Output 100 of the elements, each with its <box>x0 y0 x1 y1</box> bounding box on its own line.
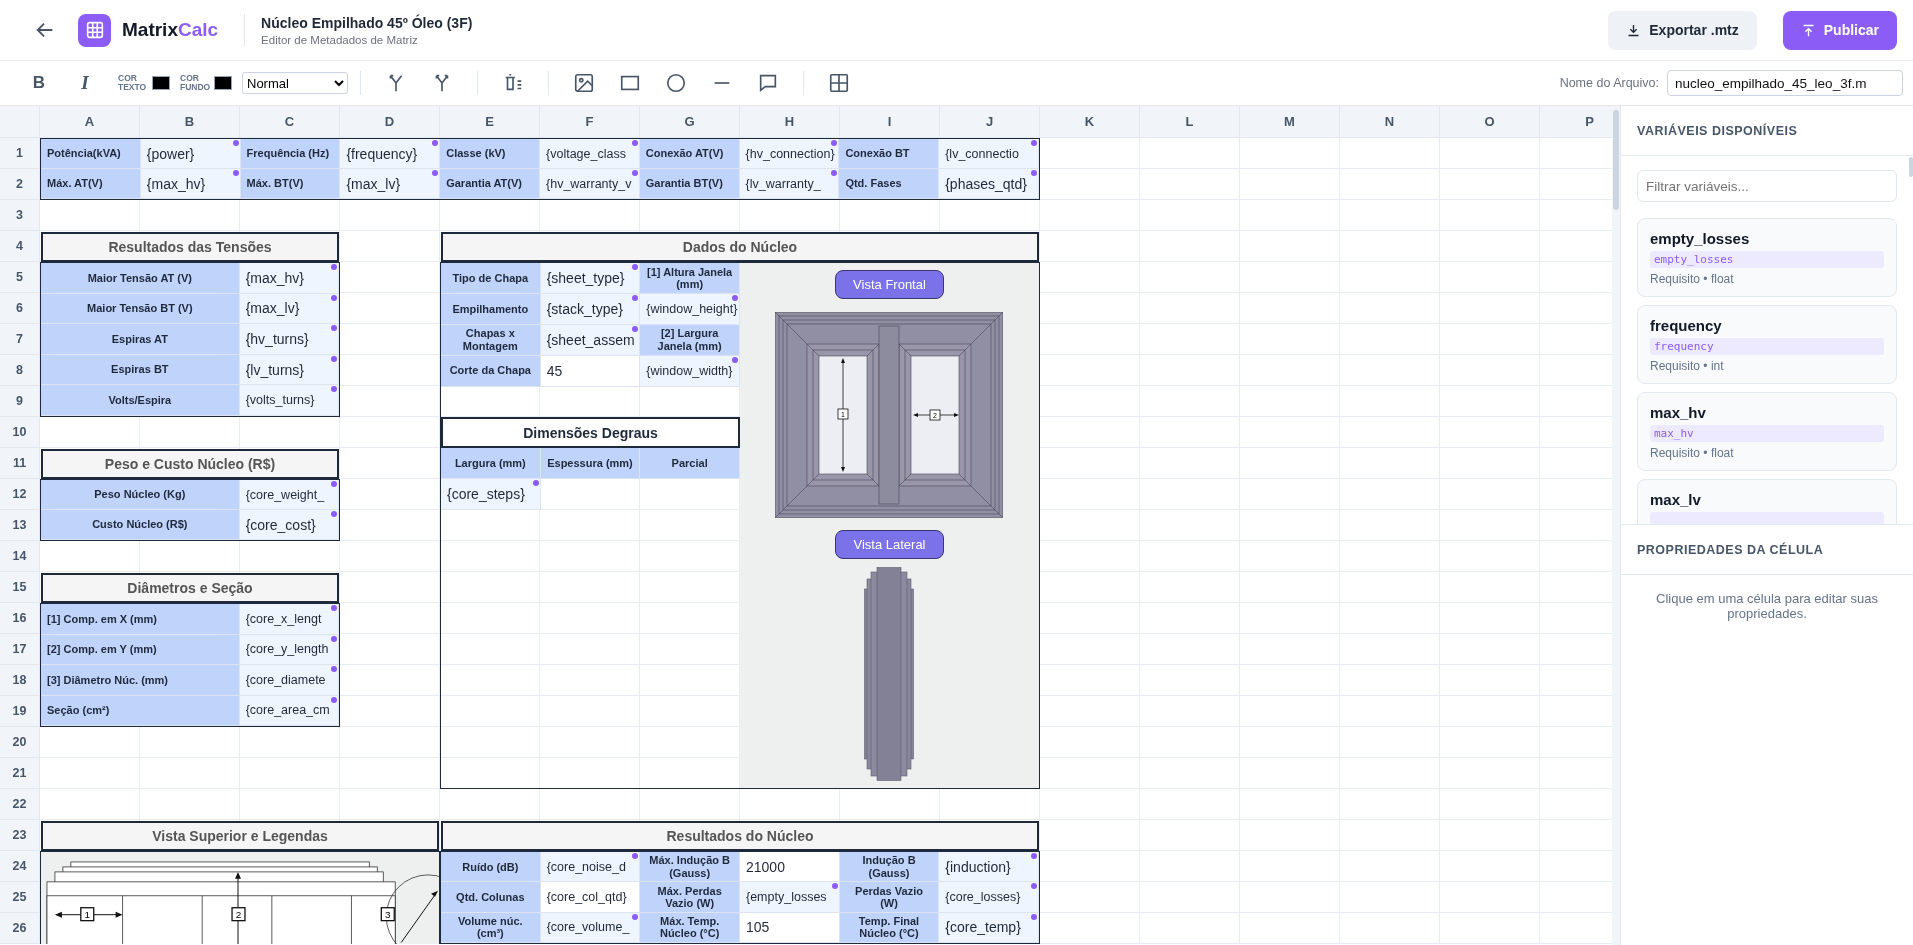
filter-field[interactable]: Filtrar variáveis... <box>1637 170 1897 202</box>
field-value[interactable]: {core_volume_ <box>540 912 641 943</box>
field-value[interactable]: {volts_turns} <box>239 385 339 416</box>
field-value[interactable]: {max_hv} <box>140 169 241 199</box>
row-header[interactable]: 23 <box>0 820 40 851</box>
image-icon[interactable] <box>573 72 595 94</box>
field-value[interactable]: 21000 <box>740 852 840 883</box>
field-value[interactable]: {max_lv} <box>239 293 339 325</box>
field-value[interactable]: {lv_connectio <box>939 139 1039 169</box>
italic-button[interactable]: I <box>72 72 98 94</box>
row-header[interactable]: 8 <box>0 355 40 386</box>
dimension-label: 1 <box>80 907 95 922</box>
column-header[interactable]: K <box>1040 106 1140 138</box>
column-header[interactable]: O <box>1440 106 1540 138</box>
variable-card[interactable]: max_hv max_hv Requisito • float <box>1637 392 1897 471</box>
row-header[interactable]: 22 <box>0 789 40 820</box>
column-header[interactable]: A <box>40 106 140 138</box>
field-value[interactable]: {core_steps} <box>441 479 541 511</box>
table-icon[interactable] <box>828 72 850 94</box>
column-header[interactable]: F <box>540 106 640 138</box>
scrollbar[interactable] <box>1612 106 1620 945</box>
field-value[interactable]: {stack_type} <box>540 293 641 325</box>
field-value[interactable]: {core_diamete <box>239 665 339 696</box>
field-value[interactable]: {core_cost} <box>239 510 339 540</box>
field-label: Qtd. Colunas <box>441 882 541 913</box>
field-value[interactable]: {phases_qtd} <box>939 169 1039 199</box>
row-header[interactable]: 25 <box>0 882 40 913</box>
field-value[interactable]: {lv_turns} <box>239 354 339 386</box>
color-swatch[interactable] <box>214 76 232 90</box>
comment-icon[interactable] <box>757 72 779 94</box>
column-header[interactable]: J <box>940 106 1040 138</box>
column-header[interactable]: C <box>240 106 340 138</box>
field-value[interactable]: {frequency} <box>340 139 441 169</box>
export-button[interactable]: Exportar .mtz <box>1608 10 1757 50</box>
row-header[interactable]: 19 <box>0 696 40 727</box>
row-header[interactable]: 20 <box>0 727 40 758</box>
field-value[interactable]: {power} <box>140 139 241 169</box>
field-value[interactable]: {sheet_assem <box>540 324 641 356</box>
row-header[interactable]: 5 <box>0 262 40 293</box>
column-header[interactable]: M <box>1240 106 1340 138</box>
row-header[interactable]: 4 <box>0 231 40 262</box>
row-header[interactable]: 14 <box>0 541 40 572</box>
field-value[interactable]: {core_noise_d <box>540 852 641 883</box>
style-select[interactable]: Normal <box>242 72 348 94</box>
field-value[interactable]: {max_hv} <box>239 263 339 294</box>
publish-button[interactable]: Publicar <box>1782 10 1897 50</box>
field-value[interactable]: {core_weight_ <box>239 480 339 510</box>
row-header[interactable]: 21 <box>0 758 40 789</box>
column-header[interactable]: D <box>340 106 440 138</box>
row-header[interactable]: 3 <box>0 200 40 231</box>
field-value[interactable]: {induction} <box>939 852 1039 883</box>
color-swatch[interactable] <box>152 76 170 90</box>
variable-card[interactable]: empty_losses empty_losses Requisito • float <box>1637 218 1897 297</box>
column-header[interactable]: N <box>1340 106 1440 138</box>
row-header[interactable]: 13 <box>0 510 40 541</box>
circle-icon[interactable] <box>665 72 687 94</box>
field-value[interactable]: {window_height} <box>640 293 740 325</box>
field-value[interactable]: 45 <box>540 355 641 387</box>
row-header[interactable]: 10 <box>0 417 40 448</box>
field-value[interactable]: {core_losses} <box>939 882 1039 913</box>
field-value[interactable]: {voltage_class <box>540 139 640 169</box>
column-header[interactable]: L <box>1140 106 1240 138</box>
column-header[interactable]: P <box>1540 106 1612 138</box>
field-value[interactable]: {core_y_length <box>239 634 339 665</box>
field-value[interactable]: {hv_turns} <box>239 324 339 355</box>
row-header[interactable]: 24 <box>0 851 40 882</box>
field-value[interactable]: {core_col_qtd} <box>540 882 641 913</box>
field-value[interactable]: {hv_connection} <box>739 139 840 169</box>
column-header[interactable]: I <box>840 106 940 138</box>
field-value[interactable]: 105 <box>740 912 840 943</box>
field-value[interactable]: {hv_warranty_v <box>540 169 640 199</box>
row-header[interactable]: 18 <box>0 665 40 696</box>
scrollbar[interactable] <box>1909 157 1913 177</box>
row-header[interactable]: 6 <box>0 293 40 324</box>
row-header[interactable]: 11 <box>0 448 40 479</box>
row-header[interactable]: 17 <box>0 634 40 665</box>
column-header[interactable]: H <box>740 106 840 138</box>
row-header[interactable]: 7 <box>0 324 40 355</box>
column-header[interactable]: E <box>440 106 540 138</box>
field-value[interactable]: {window_width} <box>640 355 740 387</box>
row-header[interactable]: 15 <box>0 572 40 603</box>
column-header[interactable]: B <box>140 106 240 138</box>
field-value[interactable]: {core_temp} <box>939 912 1039 943</box>
row-header[interactable]: 12 <box>0 479 40 510</box>
bold-button[interactable]: B <box>26 73 52 93</box>
row-header[interactable]: 9 <box>0 386 40 417</box>
row-header[interactable]: 26 <box>0 913 40 944</box>
field-value[interactable]: {empty_losses <box>740 882 840 913</box>
column-header[interactable]: G <box>640 106 740 138</box>
variable-card[interactable]: max_lv <box>1637 479 1897 524</box>
field-value[interactable]: {sheet_type} <box>540 263 641 294</box>
field-value[interactable]: {core_x_lengt <box>239 604 339 635</box>
row-header[interactable]: 1 <box>0 138 40 169</box>
field-value[interactable]: {max_lv} <box>340 169 441 199</box>
row-header[interactable]: 2 <box>0 169 40 200</box>
variable-card[interactable]: frequency frequency Requisito • int <box>1637 305 1897 384</box>
file-name-field[interactable]: nucleo_empilhado_45_leo_3f.m <box>1667 70 1903 96</box>
row-header[interactable]: 16 <box>0 603 40 634</box>
field-value[interactable]: {lv_warranty_ <box>739 169 840 199</box>
field-value[interactable]: {core_area_cm <box>239 695 339 726</box>
